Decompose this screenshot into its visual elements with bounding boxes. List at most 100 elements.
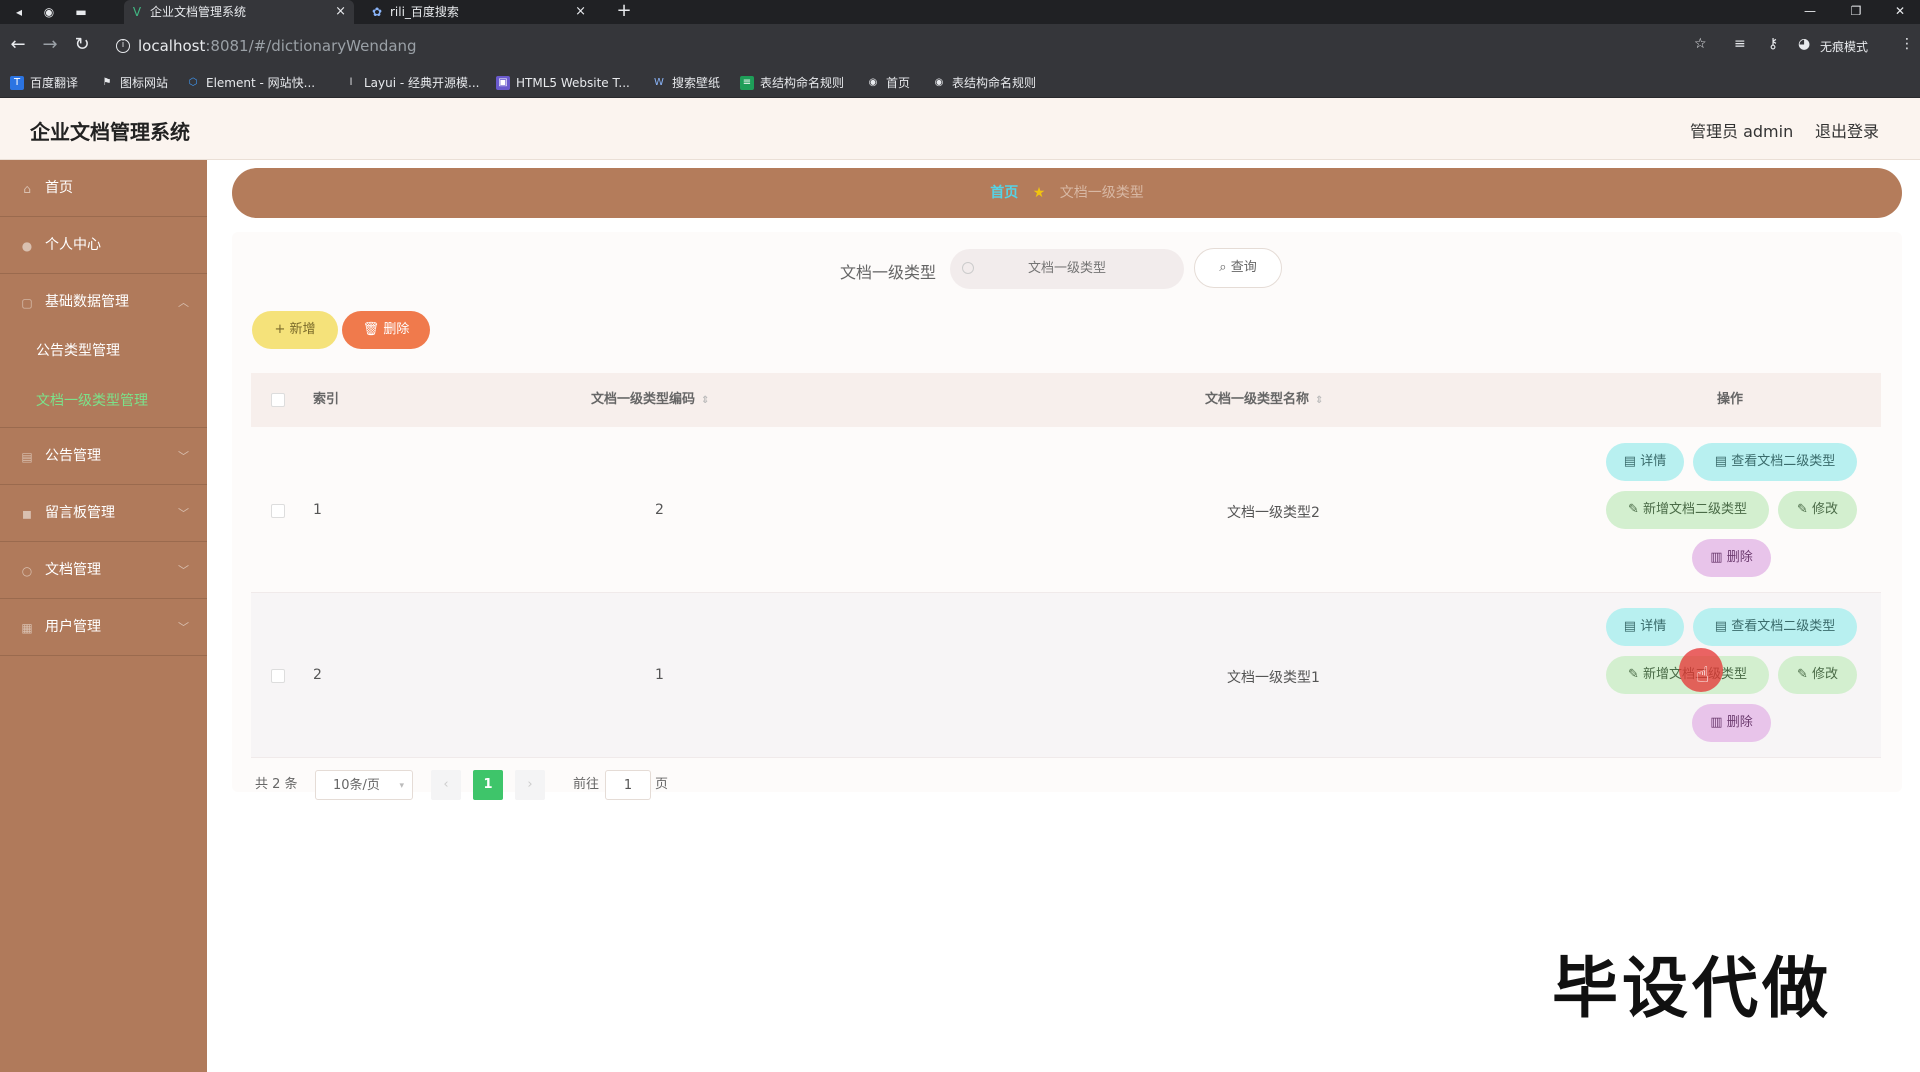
element-logo-icon: ⬡ xyxy=(188,77,198,88)
edit-icon: ✎ xyxy=(1796,502,1812,517)
bookmark-item[interactable]: T 百度翻译 xyxy=(10,74,78,92)
site-info-icon[interactable]: i xyxy=(116,39,130,53)
row-delete-button[interactable]: ▥ 删除 xyxy=(1692,704,1771,742)
row-code: 2 xyxy=(655,502,664,518)
row-name: 文档一级类型2 xyxy=(1227,505,1320,521)
row-index: 1 xyxy=(313,502,322,518)
add-button[interactable]: + 新增 xyxy=(252,311,338,349)
sidebar-item-notices[interactable]: ▤ 公告管理 ﹀ xyxy=(0,428,207,485)
tab-app[interactable]: V 企业文档管理系统 × xyxy=(124,0,354,24)
bookmark-item[interactable]: W 搜索壁纸 xyxy=(652,74,720,92)
row-name: 文档一级类型1 xyxy=(1227,670,1320,686)
search-icon: ⌕ xyxy=(1219,260,1231,275)
bulk-delete-button[interactable]: 🗑︎ 删除 xyxy=(342,311,430,349)
search-input[interactable] xyxy=(950,249,1184,289)
back-icon[interactable]: ← xyxy=(6,34,30,58)
sidebar-item-basic-data[interactable]: ▢ 基础数据管理 ︿ xyxy=(0,274,207,331)
select-all-checkbox[interactable] xyxy=(271,393,285,407)
chevron-up-icon: ︿ xyxy=(178,296,189,309)
star-icon: ★ xyxy=(1032,185,1046,201)
tab-baidu-title: rili_百度搜索 xyxy=(390,5,459,19)
edit-icon: ✎ xyxy=(1627,502,1643,517)
trash-icon: ▥ xyxy=(1710,550,1727,565)
audio-icon[interactable]: ◂ xyxy=(8,2,30,22)
bookmark-item[interactable]: ▣ HTML5 Website T... xyxy=(496,74,630,92)
sort-icon[interactable]: ⇕ xyxy=(1315,395,1323,406)
tab-app-title: 企业文档管理系统 xyxy=(150,5,247,19)
add-subtype-button[interactable]: ✎ 新增文档二级类型 xyxy=(1606,491,1769,529)
restore-icon[interactable]: ❐ xyxy=(1836,0,1876,24)
sidebar-subitem-doc-type[interactable]: 文档一级类型管理 xyxy=(0,376,207,428)
table-row: 2 1 文档一级类型1 ▤ 详情 ▤ 查看文档二级类型 ✎ 新增文档二级类型 ✎… xyxy=(251,593,1881,758)
browser-globe-icon[interactable]: ◉ xyxy=(38,2,60,22)
page-number-active[interactable]: 1 xyxy=(473,770,503,800)
next-page-button[interactable]: › xyxy=(515,770,545,800)
bookmark-item[interactable]: ≡ 表结构命名规则 xyxy=(740,74,844,92)
edit-button[interactable]: ✎ 修改 xyxy=(1778,656,1857,694)
address-bar[interactable]: i localhost:8081/#/dictionaryWendang xyxy=(108,32,1708,60)
globe-icon: ◉ xyxy=(868,77,878,88)
reading-list-icon[interactable]: ≡ xyxy=(1734,36,1746,52)
sidebar-item-profile[interactable]: ● 个人中心 xyxy=(0,217,207,274)
view-subtype-button[interactable]: ▤ 查看文档二级类型 xyxy=(1693,443,1857,481)
bookmark-item[interactable]: ◉ 表结构命名规则 xyxy=(932,74,1036,92)
star-bookmark-icon[interactable]: ☆ xyxy=(1694,36,1707,52)
sort-icon[interactable]: ⇕ xyxy=(701,395,709,406)
detail-button[interactable]: ▤ 详情 xyxy=(1606,608,1684,646)
goto-label: 前往 xyxy=(573,777,600,792)
sidebar-item-messages[interactable]: ◼ 留言板管理 ﹀ xyxy=(0,485,207,542)
key-icon[interactable]: ⚷ xyxy=(1768,36,1778,52)
row-checkbox[interactable] xyxy=(271,669,285,683)
new-tab-icon[interactable]: + xyxy=(614,0,634,24)
breadcrumb: 首页 ★ 文档一级类型 xyxy=(232,168,1902,218)
row-checkbox[interactable] xyxy=(271,504,285,518)
incognito-icon[interactable]: ◕ xyxy=(1798,36,1810,52)
bookmark-item[interactable]: ⬡ Element - 网站快... xyxy=(186,74,315,92)
search-label: 文档一级类型 xyxy=(840,263,937,282)
view-subtype-button[interactable]: ▤ 查看文档二级类型 xyxy=(1693,608,1857,646)
prev-page-button[interactable]: ‹ xyxy=(431,770,461,800)
tab-baidu[interactable]: ✿ rili_百度搜索 × xyxy=(364,0,594,24)
translate-icon: T xyxy=(10,76,24,90)
page-size-select[interactable]: 10条/页 ▾ xyxy=(315,770,413,800)
sidebar-subitem-notice-type[interactable]: 公告类型管理 xyxy=(0,326,207,376)
sidebar-item-documents[interactable]: ○ 文档管理 ﹀ xyxy=(0,542,207,599)
chevron-down-icon: ﹀ xyxy=(178,507,189,520)
bookmark-item[interactable]: ◉ 首页 xyxy=(866,74,910,92)
url-path: :8081/#/dictionaryWendang xyxy=(205,37,417,55)
doc-icon: ▤ xyxy=(1714,619,1732,634)
chevron-down-icon: ﹀ xyxy=(178,450,189,463)
user-icon: ● xyxy=(21,239,33,253)
logout-link[interactable]: 退出登录 xyxy=(1815,118,1879,142)
header-name[interactable]: 文档一级类型名称 ⇕ xyxy=(1205,373,1323,427)
breadcrumb-home[interactable]: 首页 xyxy=(990,185,1018,201)
row-delete-button[interactable]: ▥ 删除 xyxy=(1692,539,1771,577)
doc-icon: ▤ xyxy=(1623,454,1641,469)
header-code[interactable]: 文档一级类型编码 ⇕ xyxy=(591,373,709,427)
reload-icon[interactable]: ↻ xyxy=(70,34,94,58)
window-icon[interactable]: ▬ xyxy=(70,2,92,22)
url-host: localhost xyxy=(138,37,206,55)
bookmark-item[interactable]: ⚑ 图标网站 xyxy=(100,74,169,92)
app-title: 企业文档管理系统 xyxy=(30,120,190,144)
edit-button[interactable]: ✎ 修改 xyxy=(1778,491,1857,529)
sidebar-item-users[interactable]: ▦ 用户管理 ﹀ xyxy=(0,599,207,656)
chevron-down-icon: ﹀ xyxy=(178,621,189,634)
doc-icon: ▤ xyxy=(1623,619,1641,634)
goto-page-input[interactable] xyxy=(605,770,651,800)
close-tab-icon[interactable]: × xyxy=(335,0,346,24)
trash-icon: ▥ xyxy=(1710,715,1727,730)
close-tab-icon[interactable]: × xyxy=(575,0,586,24)
forward-icon[interactable]: → xyxy=(38,34,62,58)
watermark-text: 毕设代做 xyxy=(1552,950,1832,1027)
header-index: 索引 xyxy=(313,392,340,407)
bookmark-item[interactable]: l Layui - 经典开源模... xyxy=(344,74,480,92)
minimize-icon[interactable]: — xyxy=(1790,0,1830,24)
close-window-icon[interactable]: ✕ xyxy=(1880,0,1920,24)
baidu-paw-icon: ✿ xyxy=(371,5,383,19)
detail-button[interactable]: ▤ 详情 xyxy=(1606,443,1684,481)
sidebar-item-home[interactable]: ⌂ 首页 xyxy=(0,160,207,217)
browser-tabstrip: ◂ ◉ ▬ V 企业文档管理系统 × ✿ rili_百度搜索 × + — ❐ ✕ xyxy=(0,0,1920,24)
menu-icon[interactable]: ⋮ xyxy=(1900,36,1914,52)
query-button[interactable]: ⌕ 查询 xyxy=(1194,248,1282,288)
